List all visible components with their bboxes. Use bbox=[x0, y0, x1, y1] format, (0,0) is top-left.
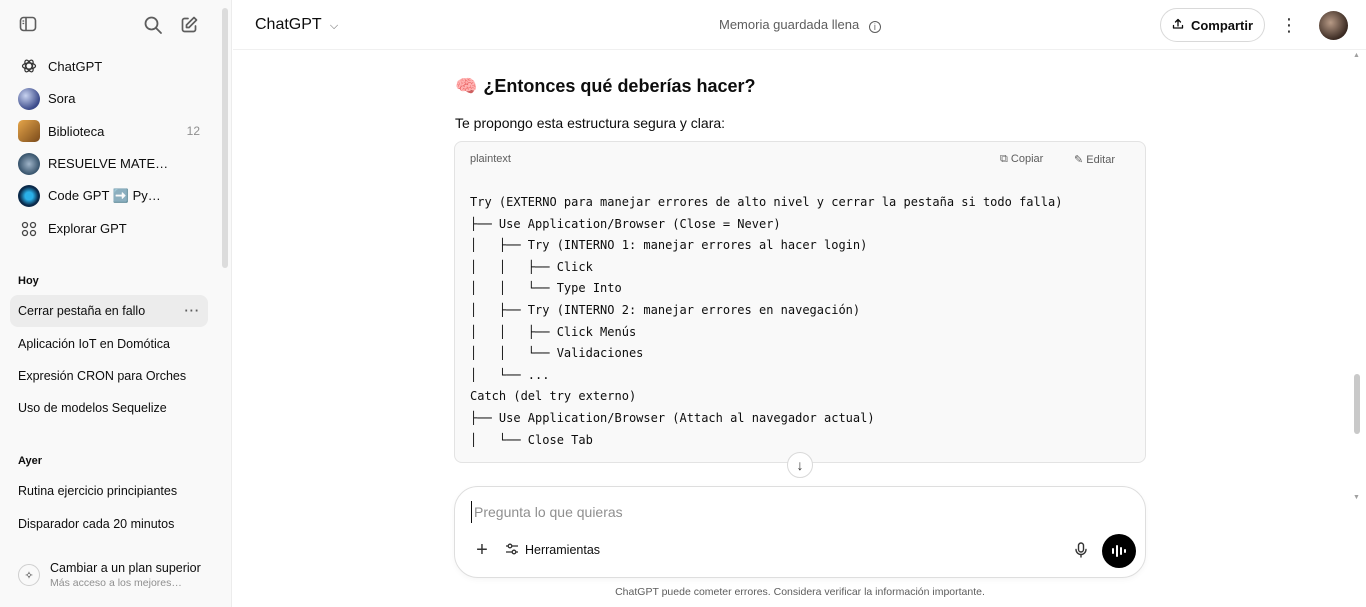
share-icon bbox=[1172, 18, 1184, 33]
toggle-sidebar-icon[interactable] bbox=[14, 10, 42, 38]
chat-title: Aplicación IoT en Domótica bbox=[18, 337, 170, 351]
edit-icon: ✎ bbox=[1074, 154, 1084, 166]
sidebar-item-resuelve-mate[interactable]: RESUELVE MATE… bbox=[10, 148, 210, 181]
sidebar-item-label: Sora bbox=[48, 91, 76, 107]
sidebar-nav: ChatGPT Sora Biblioteca 12 RESUELVE MATE… bbox=[10, 50, 210, 245]
scroll-down-arrow-icon[interactable]: ▼ bbox=[1353, 494, 1360, 501]
library-count: 12 bbox=[186, 124, 200, 139]
scroll-up-arrow-icon[interactable]: ▲ bbox=[1353, 52, 1360, 59]
sidebar-item-label: Code GPT ➡️ Py… bbox=[48, 188, 161, 204]
tools-button[interactable]: Herramientas bbox=[505, 539, 600, 561]
sora-icon bbox=[18, 87, 40, 110]
chat-item[interactable]: Disparador cada 20 minutos bbox=[10, 508, 208, 540]
model-selector[interactable]: ChatGPT ⌵ bbox=[255, 16, 338, 34]
sliders-icon bbox=[505, 542, 519, 559]
sidebar-item-chatgpt[interactable]: ChatGPT bbox=[10, 50, 210, 83]
section-yesterday: Ayer bbox=[18, 455, 43, 467]
chat-title: Cerrar pestaña en fallo bbox=[18, 304, 146, 318]
brain-icon: 🧠 bbox=[455, 76, 478, 96]
tools-label: Herramientas bbox=[525, 543, 601, 557]
edit-code-button[interactable]: ✎ Editar bbox=[1074, 153, 1115, 166]
disclaimer: ChatGPT puede cometer errores. Considera… bbox=[615, 586, 985, 598]
memory-status[interactable]: Memoria guardada llena i bbox=[719, 17, 881, 33]
message-paragraph: Te propongo esta estructura segura y cla… bbox=[455, 115, 726, 131]
upgrade-title: Cambiar a un plan superior bbox=[50, 561, 201, 575]
chat-item[interactable]: Expresión CRON para Orches bbox=[10, 360, 208, 392]
prompt-input[interactable] bbox=[471, 501, 1071, 523]
composer: + Herramientas bbox=[454, 486, 1146, 578]
search-icon[interactable] bbox=[139, 11, 167, 39]
scroll-down-button[interactable]: ↓ bbox=[787, 452, 813, 478]
sidebar-item-label: Explorar GPT bbox=[48, 221, 127, 237]
voice-mode-button[interactable] bbox=[1102, 534, 1136, 568]
chevron-down-icon: ⌵ bbox=[329, 20, 339, 32]
upgrade-subtitle: Más acceso a los mejores… bbox=[50, 577, 182, 589]
copy-code-button[interactable]: ⧉ Copiar bbox=[1000, 153, 1043, 166]
sidebar-item-library[interactable]: Biblioteca 12 bbox=[10, 115, 210, 148]
more-vertical-icon[interactable]: ⋮ bbox=[1279, 12, 1299, 38]
sidebar-scrollbar[interactable] bbox=[222, 8, 228, 268]
user-avatar[interactable] bbox=[1319, 11, 1348, 40]
plus-icon[interactable]: + bbox=[471, 539, 493, 561]
edit-label: Editar bbox=[1086, 154, 1116, 166]
upgrade-plan-button[interactable]: ✧ Cambiar a un plan superior Más acceso … bbox=[10, 553, 220, 597]
code-block: plaintext ⧉ Copiar ✎ Editar Try (EXTERNO… bbox=[454, 141, 1146, 463]
sidebar-item-label: ChatGPT bbox=[48, 58, 103, 74]
share-label: Compartir bbox=[1190, 17, 1254, 33]
memory-text: Memoria guardada llena bbox=[719, 17, 860, 32]
library-icon bbox=[18, 120, 40, 143]
openai-logo-icon bbox=[18, 55, 40, 77]
message-heading: 🧠 ¿Entonces qué deberías hacer? bbox=[455, 76, 756, 97]
chat-title: Disparador cada 20 minutos bbox=[18, 517, 175, 531]
sidebar-item-explore-gpt[interactable]: Explorar GPT bbox=[10, 213, 210, 246]
sidebar-item-label: RESUELVE MATE… bbox=[48, 156, 169, 172]
chat-item[interactable]: Aplicación IoT en Domótica bbox=[10, 328, 208, 360]
upgrade-icon: ✧ bbox=[18, 564, 40, 586]
chat-item-active[interactable]: Cerrar pestaña en fallo ··· bbox=[10, 295, 208, 327]
grid-icon bbox=[18, 218, 40, 240]
code-language: plaintext bbox=[470, 153, 511, 165]
copy-label: Copiar bbox=[1010, 153, 1044, 165]
chat-item[interactable]: Rutina ejercicio principiantes bbox=[10, 475, 208, 507]
sidebar-item-label: Biblioteca bbox=[48, 123, 105, 139]
copy-icon: ⧉ bbox=[1000, 153, 1008, 165]
chat-item[interactable]: Uso de modelos Sequelize bbox=[10, 392, 208, 424]
new-chat-icon[interactable] bbox=[175, 11, 203, 39]
chat-title: Expresión CRON para Orches bbox=[18, 369, 187, 383]
arrow-down-icon: ↓ bbox=[796, 457, 804, 473]
sidebar-item-sora[interactable]: Sora bbox=[10, 83, 210, 116]
share-button[interactable]: Compartir bbox=[1160, 8, 1265, 42]
more-options-icon[interactable]: ··· bbox=[185, 304, 201, 318]
heading-text: ¿Entonces qué deberías hacer? bbox=[483, 76, 756, 96]
code-content: Try (EXTERNO para manejar errores de alt… bbox=[470, 195, 1063, 447]
section-today: Hoy bbox=[18, 275, 39, 287]
code-gpt-icon bbox=[18, 185, 40, 208]
info-icon: i bbox=[868, 21, 881, 33]
model-name: ChatGPT bbox=[255, 16, 322, 33]
gpt-avatar-icon bbox=[18, 152, 40, 175]
chat-title: Rutina ejercicio principiantes bbox=[18, 484, 178, 498]
sidebar-top bbox=[0, 0, 231, 50]
sidebar: ChatGPT Sora Biblioteca 12 RESUELVE MATE… bbox=[0, 0, 232, 607]
sidebar-item-code-gpt[interactable]: Code GPT ➡️ Py… bbox=[10, 180, 210, 213]
top-header: ChatGPT ⌵ Memoria guardada llena i Compa… bbox=[233, 0, 1366, 50]
microphone-icon[interactable] bbox=[1070, 539, 1092, 561]
main-scrollbar[interactable] bbox=[1354, 374, 1360, 434]
voice-wave-icon bbox=[1112, 545, 1126, 557]
chat-title: Uso de modelos Sequelize bbox=[18, 401, 167, 415]
